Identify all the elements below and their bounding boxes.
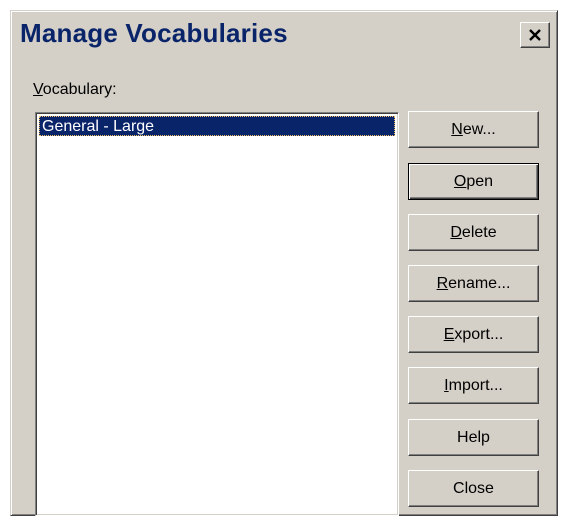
open-button[interactable]: Open [408,163,539,200]
close-button[interactable]: Close [408,470,539,507]
close-window-button[interactable] [520,22,550,48]
vocabulary-listbox[interactable]: General - Large [35,112,399,516]
title-bar[interactable]: Manage Vocabularies [14,14,554,56]
dialog-title: Manage Vocabularies [20,18,288,48]
close-icon [529,29,541,41]
rename-button[interactable]: Rename... [408,265,539,302]
list-item-general-large[interactable]: General - Large [39,116,395,136]
vocabulary-label: Vocabulary: [33,81,117,98]
export-button[interactable]: Export... [408,316,539,353]
manage-vocabularies-dialog: Manage Vocabularies Vocabulary: General … [10,10,558,516]
help-button[interactable]: Help [408,419,539,456]
new-button[interactable]: New... [408,111,539,148]
import-button[interactable]: Import... [408,367,539,404]
delete-button[interactable]: Delete [408,214,539,251]
